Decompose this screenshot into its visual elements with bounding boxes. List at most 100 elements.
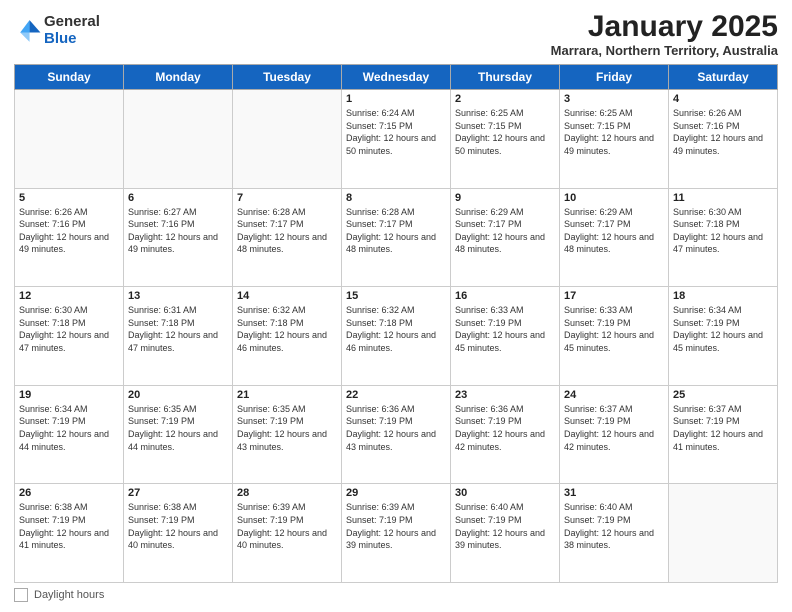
day-number: 6 (128, 192, 228, 204)
header-saturday: Saturday (669, 65, 778, 90)
day-info: Sunrise: 6:38 AM Sunset: 7:19 PM Dayligh… (128, 501, 228, 551)
table-row: 16 Sunrise: 6:33 AM Sunset: 7:19 PM Dayli… (451, 287, 560, 386)
table-row: 15Sunrise: 6:32 AM Sunset: 7:18 PM Dayli… (342, 287, 451, 386)
day-info: Sunrise: 6:30 AM Sunset: 7:18 PM Dayligh… (19, 304, 119, 354)
calendar-week-row: 12 Sunrise: 6:30 AM Sunset: 7:18 PM Dayli… (15, 287, 778, 386)
table-row: 2Sunrise: 6:25 AM Sunset: 7:15 PM Daylig… (451, 90, 560, 189)
day-info: Sunrise: 6:28 AM Sunset: 7:17 PM Dayligh… (346, 206, 446, 256)
day-info: Sunrise: 6:35 AM Sunset: 7:19 PM Dayligh… (237, 403, 337, 453)
table-row: 24 Sunrise: 6:37 AM Sunset: 7:19 PM Dayli… (560, 385, 669, 484)
day-number: 1 (346, 93, 446, 105)
table-row: 10Sunrise: 6:29 AM Sunset: 7:17 PM Dayli… (560, 188, 669, 287)
header-sunday: Sunday (15, 65, 124, 90)
day-info: Sunrise: 6:40 AM Sunset: 7:19 PM Dayligh… (564, 501, 664, 551)
table-row: 11 Sunrise: 6:30 AM Sunset: 7:18 PM Dayli… (669, 188, 778, 287)
calendar-week-row: 26 Sunrise: 6:38 AM Sunset: 7:19 PM Dayli… (15, 484, 778, 583)
table-row: 27 Sunrise: 6:38 AM Sunset: 7:19 PM Dayli… (124, 484, 233, 583)
day-info: Sunrise: 6:32 AM Sunset: 7:18 PM Dayligh… (237, 304, 337, 354)
footer-box (14, 588, 28, 602)
footer-label: Daylight hours (34, 589, 104, 601)
table-row: 17 Sunrise: 6:33 AM Sunset: 7:19 PM Dayli… (560, 287, 669, 386)
table-row (124, 90, 233, 189)
day-number: 2 (455, 93, 555, 105)
day-number: 20 (128, 389, 228, 401)
day-info: Sunrise: 6:29 AM Sunset: 7:17 PM Dayligh… (455, 206, 555, 256)
day-info: Sunrise: 6:31 AM Sunset: 7:18 PM Dayligh… (128, 304, 228, 354)
day-info: Sunrise: 6:30 AM Sunset: 7:18 PM Dayligh… (673, 206, 773, 256)
day-number: 4 (673, 93, 773, 105)
header-tuesday: Tuesday (233, 65, 342, 90)
day-info: Sunrise: 6:34 AM Sunset: 7:19 PM Dayligh… (19, 403, 119, 453)
table-row: 22Sunrise: 6:36 AM Sunset: 7:19 PM Dayli… (342, 385, 451, 484)
table-row: 29 Sunrise: 6:39 AM Sunset: 7:19 PM Dayli… (342, 484, 451, 583)
day-number: 17 (564, 290, 664, 302)
table-row: 28 Sunrise: 6:39 AM Sunset: 7:19 PM Dayli… (233, 484, 342, 583)
calendar-week-row: 19 Sunrise: 6:34 AM Sunset: 7:19 PM Dayli… (15, 385, 778, 484)
day-number: 9 (455, 192, 555, 204)
table-row: 9 Sunrise: 6:29 AM Sunset: 7:17 PM Daylig… (451, 188, 560, 287)
page: General Blue January 2025 Marrara, North… (0, 0, 792, 612)
table-row: 19 Sunrise: 6:34 AM Sunset: 7:19 PM Dayli… (15, 385, 124, 484)
header-friday: Friday (560, 65, 669, 90)
table-row: 18 Sunrise: 6:34 AM Sunset: 7:19 PM Dayli… (669, 287, 778, 386)
table-row: 26 Sunrise: 6:38 AM Sunset: 7:19 PM Dayli… (15, 484, 124, 583)
table-row: 1 Sunrise: 6:24 AM Sunset: 7:15 PM Daylig… (342, 90, 451, 189)
day-info: Sunrise: 6:35 AM Sunset: 7:19 PM Dayligh… (128, 403, 228, 453)
header: General Blue January 2025 Marrara, North… (14, 10, 778, 58)
table-row: 4 Sunrise: 6:26 AM Sunset: 7:16 PM Daylig… (669, 90, 778, 189)
logo-general-label: General (44, 14, 100, 31)
day-number: 19 (19, 389, 119, 401)
day-info: Sunrise: 6:38 AM Sunset: 7:19 PM Dayligh… (19, 501, 119, 551)
day-info: Sunrise: 6:37 AM Sunset: 7:19 PM Dayligh… (564, 403, 664, 453)
table-row: 7Sunrise: 6:28 AM Sunset: 7:17 PM Daylig… (233, 188, 342, 287)
day-info: Sunrise: 6:26 AM Sunset: 7:16 PM Dayligh… (673, 107, 773, 157)
header-thursday: Thursday (451, 65, 560, 90)
weekday-header-row: Sunday Monday Tuesday Wednesday Thursday… (15, 65, 778, 90)
header-monday: Monday (124, 65, 233, 90)
day-number: 26 (19, 487, 119, 499)
table-row: 13Sunrise: 6:31 AM Sunset: 7:18 PM Dayli… (124, 287, 233, 386)
day-number: 21 (237, 389, 337, 401)
day-number: 18 (673, 290, 773, 302)
logo-icon (14, 17, 42, 45)
day-number: 10 (564, 192, 664, 204)
day-number: 7 (237, 192, 337, 204)
table-row: 31Sunrise: 6:40 AM Sunset: 7:19 PM Dayli… (560, 484, 669, 583)
day-number: 23 (455, 389, 555, 401)
day-info: Sunrise: 6:27 AM Sunset: 7:16 PM Dayligh… (128, 206, 228, 256)
day-number: 12 (19, 290, 119, 302)
table-row: 12 Sunrise: 6:30 AM Sunset: 7:18 PM Dayli… (15, 287, 124, 386)
day-info: Sunrise: 6:33 AM Sunset: 7:19 PM Dayligh… (455, 304, 555, 354)
day-number: 5 (19, 192, 119, 204)
header-wednesday: Wednesday (342, 65, 451, 90)
day-number: 29 (346, 487, 446, 499)
day-number: 24 (564, 389, 664, 401)
day-info: Sunrise: 6:24 AM Sunset: 7:15 PM Dayligh… (346, 107, 446, 157)
day-info: Sunrise: 6:37 AM Sunset: 7:19 PM Dayligh… (673, 403, 773, 453)
table-row: 8 Sunrise: 6:28 AM Sunset: 7:17 PM Daylig… (342, 188, 451, 287)
table-row: 20 Sunrise: 6:35 AM Sunset: 7:19 PM Dayli… (124, 385, 233, 484)
title-block: January 2025 Marrara, Northern Territory… (551, 10, 778, 58)
footer: Daylight hours (14, 588, 778, 602)
day-number: 16 (455, 290, 555, 302)
day-number: 11 (673, 192, 773, 204)
table-row: 5Sunrise: 6:26 AM Sunset: 7:16 PM Daylig… (15, 188, 124, 287)
calendar-table: Sunday Monday Tuesday Wednesday Thursday… (14, 64, 778, 583)
table-row: 14Sunrise: 6:32 AM Sunset: 7:18 PM Dayli… (233, 287, 342, 386)
day-number: 27 (128, 487, 228, 499)
calendar-week-row: 1 Sunrise: 6:24 AM Sunset: 7:15 PM Daylig… (15, 90, 778, 189)
day-info: Sunrise: 6:36 AM Sunset: 7:19 PM Dayligh… (455, 403, 555, 453)
day-info: Sunrise: 6:40 AM Sunset: 7:19 PM Dayligh… (455, 501, 555, 551)
day-info: Sunrise: 6:34 AM Sunset: 7:19 PM Dayligh… (673, 304, 773, 354)
day-info: Sunrise: 6:39 AM Sunset: 7:19 PM Dayligh… (346, 501, 446, 551)
day-number: 15 (346, 290, 446, 302)
title-location: Marrara, Northern Territory, Australia (551, 43, 778, 58)
day-number: 28 (237, 487, 337, 499)
day-number: 8 (346, 192, 446, 204)
table-row: 21 Sunrise: 6:35 AM Sunset: 7:19 PM Dayli… (233, 385, 342, 484)
calendar-week-row: 5Sunrise: 6:26 AM Sunset: 7:16 PM Daylig… (15, 188, 778, 287)
day-info: Sunrise: 6:39 AM Sunset: 7:19 PM Dayligh… (237, 501, 337, 551)
table-row: 3Sunrise: 6:25 AM Sunset: 7:15 PM Daylig… (560, 90, 669, 189)
day-info: Sunrise: 6:33 AM Sunset: 7:19 PM Dayligh… (564, 304, 664, 354)
day-number: 25 (673, 389, 773, 401)
